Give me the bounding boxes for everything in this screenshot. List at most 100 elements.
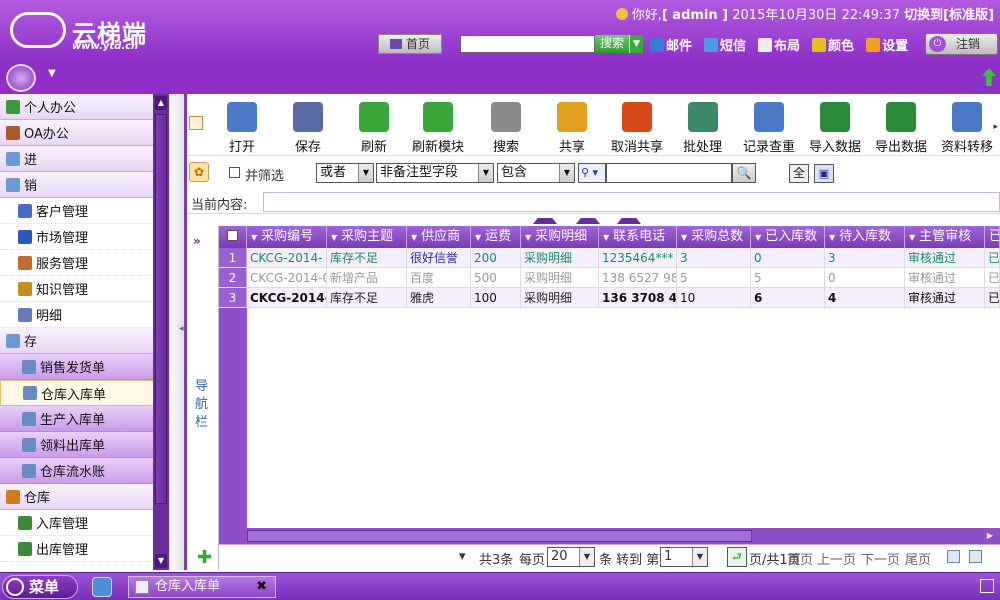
current-content-input[interactable]	[263, 192, 1000, 212]
table-row[interactable]: 1 CKCG-2014- 库存不足 很好信誉 200 采购明细 1235464*** 3 0 3 审…	[219, 248, 1000, 268]
column-header[interactable]: ▼ 主管审核	[905, 226, 985, 248]
column-header[interactable]: ▼ 待入库数	[825, 226, 905, 248]
search-dropdown-icon[interactable]: ▼	[629, 35, 643, 53]
toolbar-button[interactable]: 导入数据	[809, 102, 861, 155]
combine-filter-checkbox[interactable]	[229, 167, 240, 178]
column-header[interactable]: ▼ 联系电话	[599, 226, 677, 248]
splitter-handle[interactable]	[617, 218, 641, 224]
sidebar-item[interactable]: 服务管理	[0, 250, 154, 276]
toolbar-button[interactable]: 记录查重	[743, 102, 795, 155]
sort-menu-icon[interactable]: ▼	[411, 233, 417, 242]
column-header[interactable]: ▼ 采购主题	[327, 226, 407, 248]
sidebar-item[interactable]: 仓库流水账	[0, 458, 154, 484]
sidebar-item[interactable]: 存	[0, 328, 154, 354]
toolbar-button[interactable]: 资料转移	[941, 102, 993, 155]
save-filter-icon[interactable]: ▣	[814, 164, 834, 183]
scroll-up-icon[interactable]: ▲	[155, 96, 167, 110]
table-cell[interactable]: 采购明细	[521, 248, 599, 267]
sidebar-splitter[interactable]: ◂	[169, 94, 187, 570]
toolbar-button[interactable]: 搜索	[491, 102, 521, 155]
sidebar-item[interactable]: 销	[0, 172, 154, 198]
toolbar-button[interactable]: 取消共享	[611, 102, 663, 155]
start-menu-button[interactable]: 菜单	[2, 575, 78, 599]
show-all-button[interactable]: 全	[789, 164, 809, 183]
sidebar-item[interactable]: 入库管理	[0, 510, 154, 536]
sort-menu-icon[interactable]: ▼	[909, 233, 915, 242]
sort-menu-icon[interactable]: ▼	[331, 233, 337, 242]
sidebar-item[interactable]: 个人办公	[0, 94, 154, 120]
column-header[interactable]: ▼ 已入库数	[751, 226, 825, 248]
list-view-icon[interactable]	[947, 550, 960, 563]
toolbar-button[interactable]: 共享	[557, 102, 587, 155]
filter-settings-icon[interactable]: ✿	[189, 162, 209, 182]
sort-menu-icon[interactable]: ▼	[829, 233, 835, 242]
global-search-input[interactable]	[460, 35, 595, 53]
scroll-thumb[interactable]	[155, 114, 167, 504]
sort-menu-icon[interactable]: ▼	[681, 233, 687, 242]
toolbar-more-icon[interactable]: ▸	[993, 122, 998, 132]
toplink-color[interactable]: 颜色	[812, 38, 854, 54]
first-page-link[interactable]: 首页	[787, 549, 813, 568]
per-page-select[interactable]: 20 ▼	[547, 547, 595, 567]
logout-button[interactable]: ⏻ 注销	[925, 33, 998, 55]
toolbar-button[interactable]: 打开	[227, 102, 257, 155]
add-record-icon[interactable]: ✚	[197, 547, 212, 568]
toolbar-toggle-icon[interactable]	[189, 116, 203, 130]
prev-page-link[interactable]: 上一页	[817, 549, 856, 568]
sidebar-scrollbar[interactable]: ▲ ▼	[153, 94, 169, 570]
toolbar-button[interactable]: 刷新	[359, 102, 389, 155]
goto-page-button[interactable]: ⮐	[727, 547, 747, 567]
sidebar-item[interactable]: 仓库	[0, 484, 154, 510]
close-icon[interactable]: ✖	[256, 577, 267, 597]
orb-dropdown-icon[interactable]: ▼	[48, 68, 56, 79]
switch-version-link[interactable]: 切换到[标准版]	[904, 8, 994, 23]
toplink-gear[interactable]: 设置	[866, 38, 908, 54]
logic-select[interactable]: 或者 ▼	[316, 163, 374, 183]
pager-menu-icon[interactable]: ▾	[459, 549, 466, 564]
browser-icon[interactable]	[92, 577, 112, 597]
sidebar-item[interactable]: 明细	[0, 302, 154, 328]
table-cell[interactable]: 采购明细	[521, 268, 599, 287]
table-row[interactable]: 3CKCG-2014-00库存不足雅虎100采购明细136 3708 43581…	[219, 288, 1000, 308]
column-header[interactable]: ▼ 采购编号	[247, 226, 327, 248]
sort-menu-icon[interactable]: ▼	[251, 233, 257, 242]
scroll-right-icon[interactable]: ▶	[984, 530, 996, 542]
horizontal-scrollbar[interactable]: ▶	[247, 528, 1000, 544]
home-button[interactable]: 首页	[378, 34, 442, 54]
next-page-link[interactable]: 下一页	[861, 549, 900, 568]
toolbar-button[interactable]: 导出数据	[875, 102, 927, 155]
collapse-handle-icon[interactable]: ◂	[179, 324, 185, 338]
sort-menu-icon[interactable]: ▼	[755, 233, 761, 242]
toplink-layout[interactable]: 布局	[758, 38, 800, 54]
operator-select[interactable]: 包含 ▼	[497, 163, 575, 183]
sidebar-item[interactable]: 客户管理	[0, 198, 154, 224]
toplink-sms[interactable]: 短信	[704, 38, 746, 54]
splitter-handle[interactable]	[576, 218, 600, 224]
column-header[interactable]: 已	[985, 226, 1000, 248]
show-desktop-icon[interactable]	[980, 579, 994, 593]
filter-value-input[interactable]	[606, 163, 732, 183]
toolbar-button[interactable]: 保存	[293, 102, 323, 155]
scroll-down-icon[interactable]: ▼	[155, 554, 167, 568]
global-search-button[interactable]: 搜索	[595, 35, 629, 53]
page-select[interactable]: 1 ▼	[660, 547, 708, 567]
sort-menu-icon[interactable]: ▼	[525, 233, 531, 242]
sort-menu-icon[interactable]: ▼	[603, 233, 609, 242]
toplink-mail[interactable]: 邮件	[650, 38, 692, 54]
sidebar-item[interactable]: 知识管理	[0, 276, 154, 302]
sidebar-item[interactable]: 仓库入库单	[0, 380, 154, 406]
column-header[interactable]: ▼ 运费	[471, 226, 521, 248]
sidebar-item[interactable]: 领料出库单	[0, 432, 154, 458]
task-tab[interactable]: 仓库入库单 ✖	[128, 576, 276, 598]
grid-view-icon[interactable]	[969, 550, 982, 563]
sidebar-item[interactable]: 进	[0, 146, 154, 172]
splitter-handle[interactable]	[533, 218, 557, 224]
field-select[interactable]: 非备注型字段 ▼	[376, 163, 494, 183]
expand-nav-icon[interactable]: »	[193, 234, 201, 248]
table-row[interactable]: 2CKCG-2014-00新增产品百度500采购明细138 6527 98515…	[219, 268, 1000, 288]
scroll-thumb[interactable]	[247, 530, 752, 542]
sidebar-item[interactable]: 生产入库单	[0, 406, 154, 432]
last-page-link[interactable]: 尾页	[905, 549, 931, 568]
column-header[interactable]: ▼ 采购明细	[521, 226, 599, 248]
table-cell[interactable]: 采购明细	[521, 288, 599, 307]
